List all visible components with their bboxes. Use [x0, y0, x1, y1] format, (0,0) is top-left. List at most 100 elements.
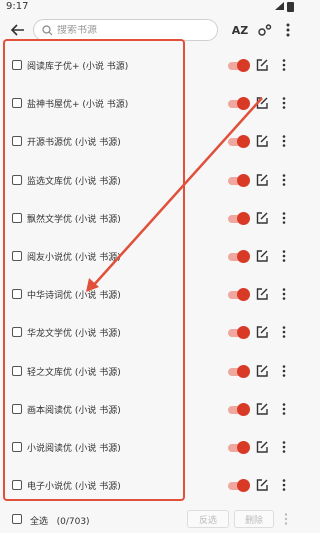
row-more-button[interactable] — [277, 249, 291, 263]
row-more-button[interactable] — [277, 134, 291, 148]
enable-switch[interactable] — [228, 326, 250, 340]
source-name: 轻之文库优 (小说 书源) — [27, 367, 121, 378]
row-more-button[interactable] — [277, 173, 291, 187]
edit-icon[interactable] — [255, 96, 269, 110]
source-name: 监选文库优 (小说 书源) — [27, 176, 121, 187]
signal-icon — [275, 2, 284, 10]
source-row[interactable]: 阅友小说优 (小说 书源) — [0, 238, 300, 276]
enable-switch[interactable] — [228, 250, 250, 263]
row-more-button[interactable] — [277, 325, 291, 339]
back-button[interactable] — [8, 20, 28, 40]
overflow-menu-button[interactable] — [278, 20, 298, 40]
source-row[interactable]: 华龙文学优 (小说 书源) — [0, 314, 300, 352]
source-row[interactable]: 小说阅读优 (小说 书源) — [0, 429, 300, 467]
enable-switch[interactable] — [228, 97, 250, 111]
row-checkbox[interactable] — [12, 174, 22, 185]
edit-icon[interactable] — [255, 58, 269, 72]
sort-button[interactable]: AZ — [230, 20, 250, 40]
enable-switch[interactable] — [228, 402, 250, 416]
source-name: 飘然文学优 (小说 书源) — [27, 214, 121, 225]
source-row[interactable]: 飘然文学优 (小说 书源) — [0, 200, 300, 238]
source-row[interactable]: 监选文库优 (小说 书源) — [0, 162, 300, 200]
more-vert-icon — [282, 173, 286, 186]
arrow-left-icon — [11, 24, 24, 36]
status-icons — [275, 2, 294, 12]
source-row[interactable]: 轻之文库优 (小说 书源) — [0, 353, 300, 391]
delete-button[interactable]: 删除 — [234, 510, 274, 528]
row-checkbox[interactable] — [12, 442, 22, 452]
row-checkbox[interactable] — [12, 403, 22, 414]
toolbar: AZ — [0, 14, 300, 46]
search-icon — [42, 24, 53, 35]
source-row[interactable]: 中华诗词优 (小说 书源) — [0, 276, 300, 314]
enable-switch[interactable] — [228, 441, 250, 454]
source-name: 小说阅读优 (小说 书源) — [27, 444, 121, 454]
edit-icon[interactable] — [255, 478, 269, 492]
invert-selection-button[interactable]: 反选 — [187, 510, 229, 528]
source-row[interactable]: 阅读库子优+ (小说 书源) — [0, 47, 300, 85]
more-vert-icon — [282, 211, 286, 224]
row-more-button[interactable] — [277, 440, 291, 454]
select-all-checkbox[interactable] — [12, 514, 22, 524]
edit-icon[interactable] — [255, 440, 269, 454]
source-name: 画本阅读优 (小说 书源) — [27, 405, 121, 416]
battery-icon — [287, 2, 294, 12]
more-vert-icon — [282, 441, 286, 453]
more-vert-icon — [282, 479, 286, 491]
edit-icon[interactable] — [255, 287, 269, 301]
edit-icon[interactable] — [255, 402, 269, 416]
row-checkbox[interactable] — [12, 60, 22, 70]
row-checkbox[interactable] — [12, 289, 22, 300]
edit-icon[interactable] — [255, 325, 269, 339]
row-checkbox[interactable] — [12, 480, 22, 491]
more-vert-icon — [282, 97, 286, 109]
group-button[interactable] — [255, 20, 275, 40]
row-checkbox[interactable] — [12, 98, 22, 109]
edit-icon[interactable] — [255, 134, 269, 148]
enable-switch[interactable] — [228, 364, 250, 378]
more-vert-icon — [282, 364, 286, 377]
row-more-button[interactable] — [277, 96, 291, 110]
status-bar: 9:17 — [0, 0, 300, 14]
enable-switch[interactable] — [228, 288, 250, 302]
enable-switch[interactable] — [228, 479, 250, 493]
source-name: 中华诗词优 (小说 书源) — [27, 291, 121, 302]
source-name: 开源书源优 (小说 书源) — [27, 138, 121, 149]
more-vert-icon — [282, 135, 286, 148]
enable-switch[interactable] — [228, 135, 250, 149]
more-vert-icon[interactable] — [283, 513, 289, 525]
edit-icon[interactable] — [255, 173, 269, 187]
row-more-button[interactable] — [277, 211, 291, 225]
row-checkbox[interactable] — [12, 212, 22, 223]
search-input[interactable] — [57, 24, 207, 36]
row-checkbox[interactable] — [12, 327, 22, 338]
edit-icon[interactable] — [255, 364, 269, 378]
edit-icon[interactable] — [255, 211, 269, 225]
bottom-bar: 全选 (0/703) 反选 删除 — [0, 504, 300, 533]
source-row[interactable]: 开源书源优 (小说 书源) — [0, 123, 300, 161]
row-more-button[interactable] — [277, 402, 291, 416]
source-name: 华龙文学优 (小说 书源) — [27, 329, 121, 340]
row-checkbox[interactable] — [12, 365, 22, 376]
enable-switch[interactable] — [228, 59, 250, 72]
more-vert-icon — [282, 288, 286, 300]
select-all-label: 全选 (0/703) — [30, 517, 90, 527]
enable-switch[interactable] — [228, 211, 250, 225]
row-more-button[interactable] — [277, 364, 291, 378]
edit-icon[interactable] — [255, 249, 269, 263]
enable-switch[interactable] — [228, 173, 250, 187]
source-row[interactable]: 电子小说优 (小说 书源) — [0, 467, 300, 505]
source-name: 阅读库子优+ (小说 书源) — [27, 62, 129, 72]
source-row[interactable]: 画本阅读优 (小说 书源) — [0, 391, 300, 429]
search-box[interactable] — [33, 19, 218, 41]
row-more-button[interactable] — [277, 58, 291, 72]
more-vert-icon — [282, 250, 286, 262]
row-checkbox[interactable] — [12, 136, 22, 147]
row-more-button[interactable] — [277, 287, 291, 301]
source-name: 电子小说优 (小说 书源) — [27, 482, 121, 493]
sort-az-icon: AZ — [231, 23, 249, 37]
source-name: 阅友小说优 (小说 书源) — [27, 253, 121, 263]
row-more-button[interactable] — [277, 478, 291, 492]
source-row[interactable]: 盐神书屋优+ (小说 书源) — [0, 85, 300, 123]
row-checkbox[interactable] — [12, 251, 22, 261]
